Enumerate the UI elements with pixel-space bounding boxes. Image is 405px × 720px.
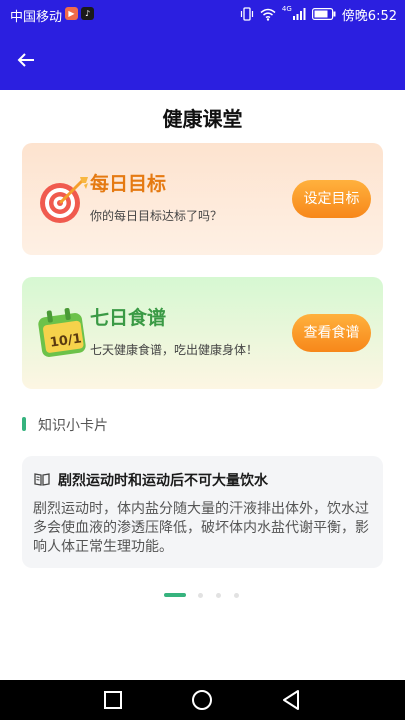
vibrate-icon bbox=[240, 7, 254, 21]
daily-goal-card[interactable]: 每日目标 你的每日目标达标了吗？ 设定目标 bbox=[22, 143, 383, 255]
carrier-label: 中国移动 bbox=[10, 10, 63, 25]
video-app-icon: ▶ bbox=[65, 7, 78, 20]
book-icon bbox=[34, 473, 50, 486]
tiktok-app-icon: ♪ bbox=[81, 7, 94, 20]
wifi-icon bbox=[260, 8, 276, 21]
tip-title: 剧烈运动时和运动后不可大量饮水 bbox=[58, 473, 268, 489]
section-title: 知识小卡片 bbox=[38, 418, 108, 434]
back-button[interactable] bbox=[12, 46, 40, 74]
pager-dot-active[interactable] bbox=[164, 593, 186, 597]
pager-dot[interactable] bbox=[234, 593, 239, 598]
status-bar: 中国移动 ▶ ♪ 4G 傍晚6:52 bbox=[0, 0, 405, 28]
clock-label: 傍晚6:52 bbox=[341, 8, 397, 24]
recent-apps-icon[interactable] bbox=[101, 688, 125, 712]
arrow-left-icon bbox=[17, 53, 34, 67]
pager-dot[interactable] bbox=[198, 593, 203, 598]
knowledge-tip-card[interactable]: 剧烈运动时和运动后不可大量饮水 剧烈运动时，体内盐分随大量的汗液排出体外，饮水过… bbox=[22, 456, 383, 568]
status-icons: 4G 傍晚6:52 bbox=[240, 5, 397, 24]
daily-goal-subtitle: 你的每日目标达标了吗？ bbox=[90, 209, 223, 223]
set-goal-button[interactable]: 设定目标 bbox=[292, 180, 371, 218]
pager-dot[interactable] bbox=[216, 593, 221, 598]
weekly-recipe-subtitle: 七天健康食谱，吃出健康身体！ bbox=[90, 343, 259, 357]
calendar-icon: 10/1 bbox=[38, 307, 86, 357]
view-recipe-button[interactable]: 查看食谱 bbox=[292, 314, 371, 352]
signal-icon bbox=[292, 8, 306, 20]
home-icon[interactable] bbox=[190, 688, 214, 712]
page-title: 健康课堂 bbox=[162, 107, 243, 131]
tip-body: 剧烈运动时，体内盐分随大量的汗液排出体外，饮水过多会使血液的渗透压降低，破坏体内… bbox=[33, 501, 369, 555]
app-bar bbox=[0, 28, 405, 90]
system-nav-bar bbox=[0, 680, 405, 720]
weekly-recipe-card[interactable]: 10/1 七日食谱 七天健康食谱，吃出健康身体！ 查看食谱 bbox=[22, 277, 383, 389]
battery-icon bbox=[311, 8, 336, 20]
daily-goal-title: 每日目标 bbox=[90, 173, 167, 195]
section-accent-bar bbox=[22, 417, 26, 431]
back-nav-icon[interactable] bbox=[280, 688, 304, 712]
target-dart-icon bbox=[40, 177, 88, 223]
weekly-recipe-title: 七日食谱 bbox=[90, 307, 167, 329]
signal-type-label: 4G bbox=[281, 5, 292, 13]
